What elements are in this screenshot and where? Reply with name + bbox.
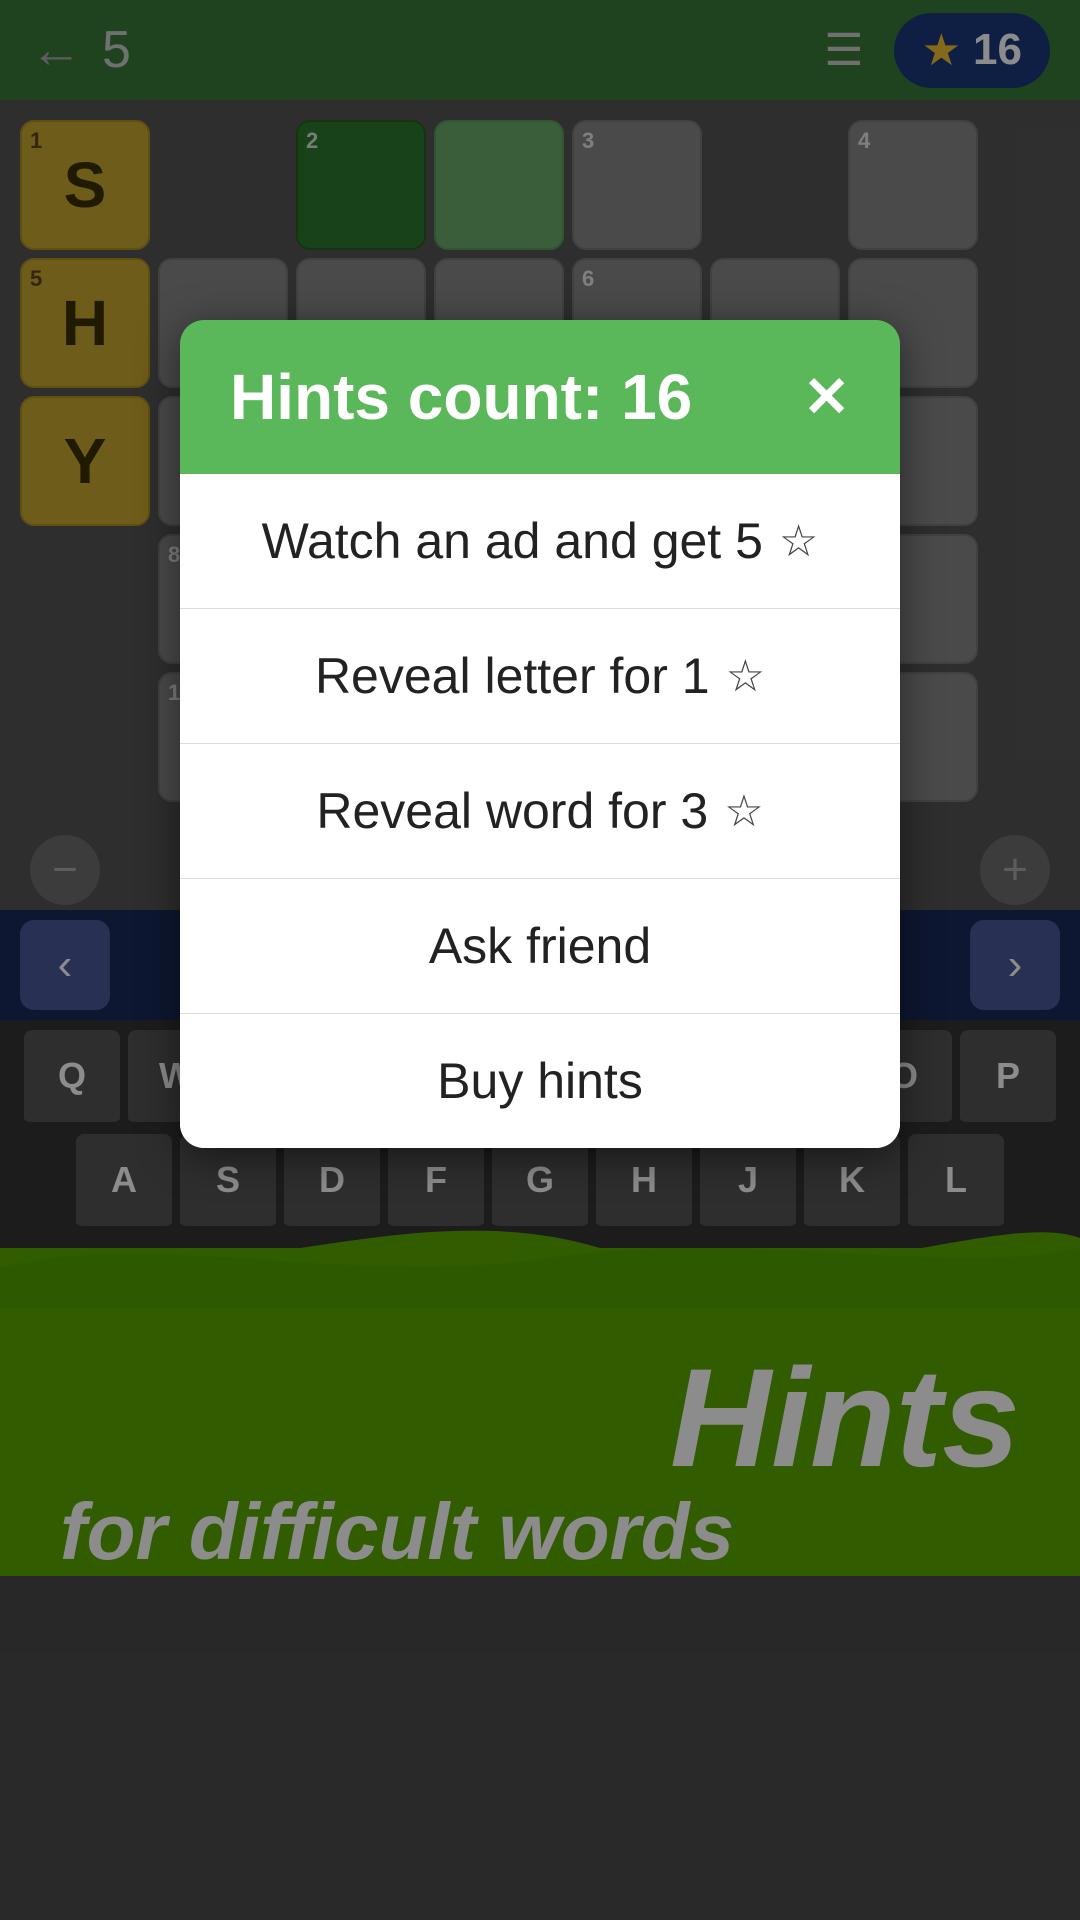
watch-ad-label: Watch an ad and get 5 — [262, 512, 763, 570]
modal-overlay[interactable]: Hints count: 16 ✕ Watch an ad and get 5 … — [0, 0, 1080, 1920]
ask-friend-label: Ask friend — [429, 917, 651, 975]
modal-close-button[interactable]: ✕ — [803, 364, 850, 430]
buy-hints-button[interactable]: Buy hints — [180, 1014, 900, 1148]
reveal-word-button[interactable]: Reveal word for 3 ☆ — [180, 744, 900, 879]
reveal-letter-label: Reveal letter for 1 — [315, 647, 710, 705]
star-icon-2: ☆ — [726, 651, 765, 702]
watch-ad-button[interactable]: Watch an ad and get 5 ☆ — [180, 474, 900, 609]
ask-friend-button[interactable]: Ask friend — [180, 879, 900, 1014]
reveal-word-label: Reveal word for 3 — [316, 782, 708, 840]
star-icon-3: ☆ — [724, 786, 763, 837]
buy-hints-label: Buy hints — [437, 1052, 643, 1110]
modal-title: Hints count: 16 — [230, 360, 692, 434]
modal-body: Watch an ad and get 5 ☆ Reveal letter fo… — [180, 474, 900, 1148]
star-icon-1: ☆ — [779, 516, 818, 567]
hints-modal: Hints count: 16 ✕ Watch an ad and get 5 … — [180, 320, 900, 1148]
modal-header: Hints count: 16 ✕ — [180, 320, 900, 474]
reveal-letter-button[interactable]: Reveal letter for 1 ☆ — [180, 609, 900, 744]
